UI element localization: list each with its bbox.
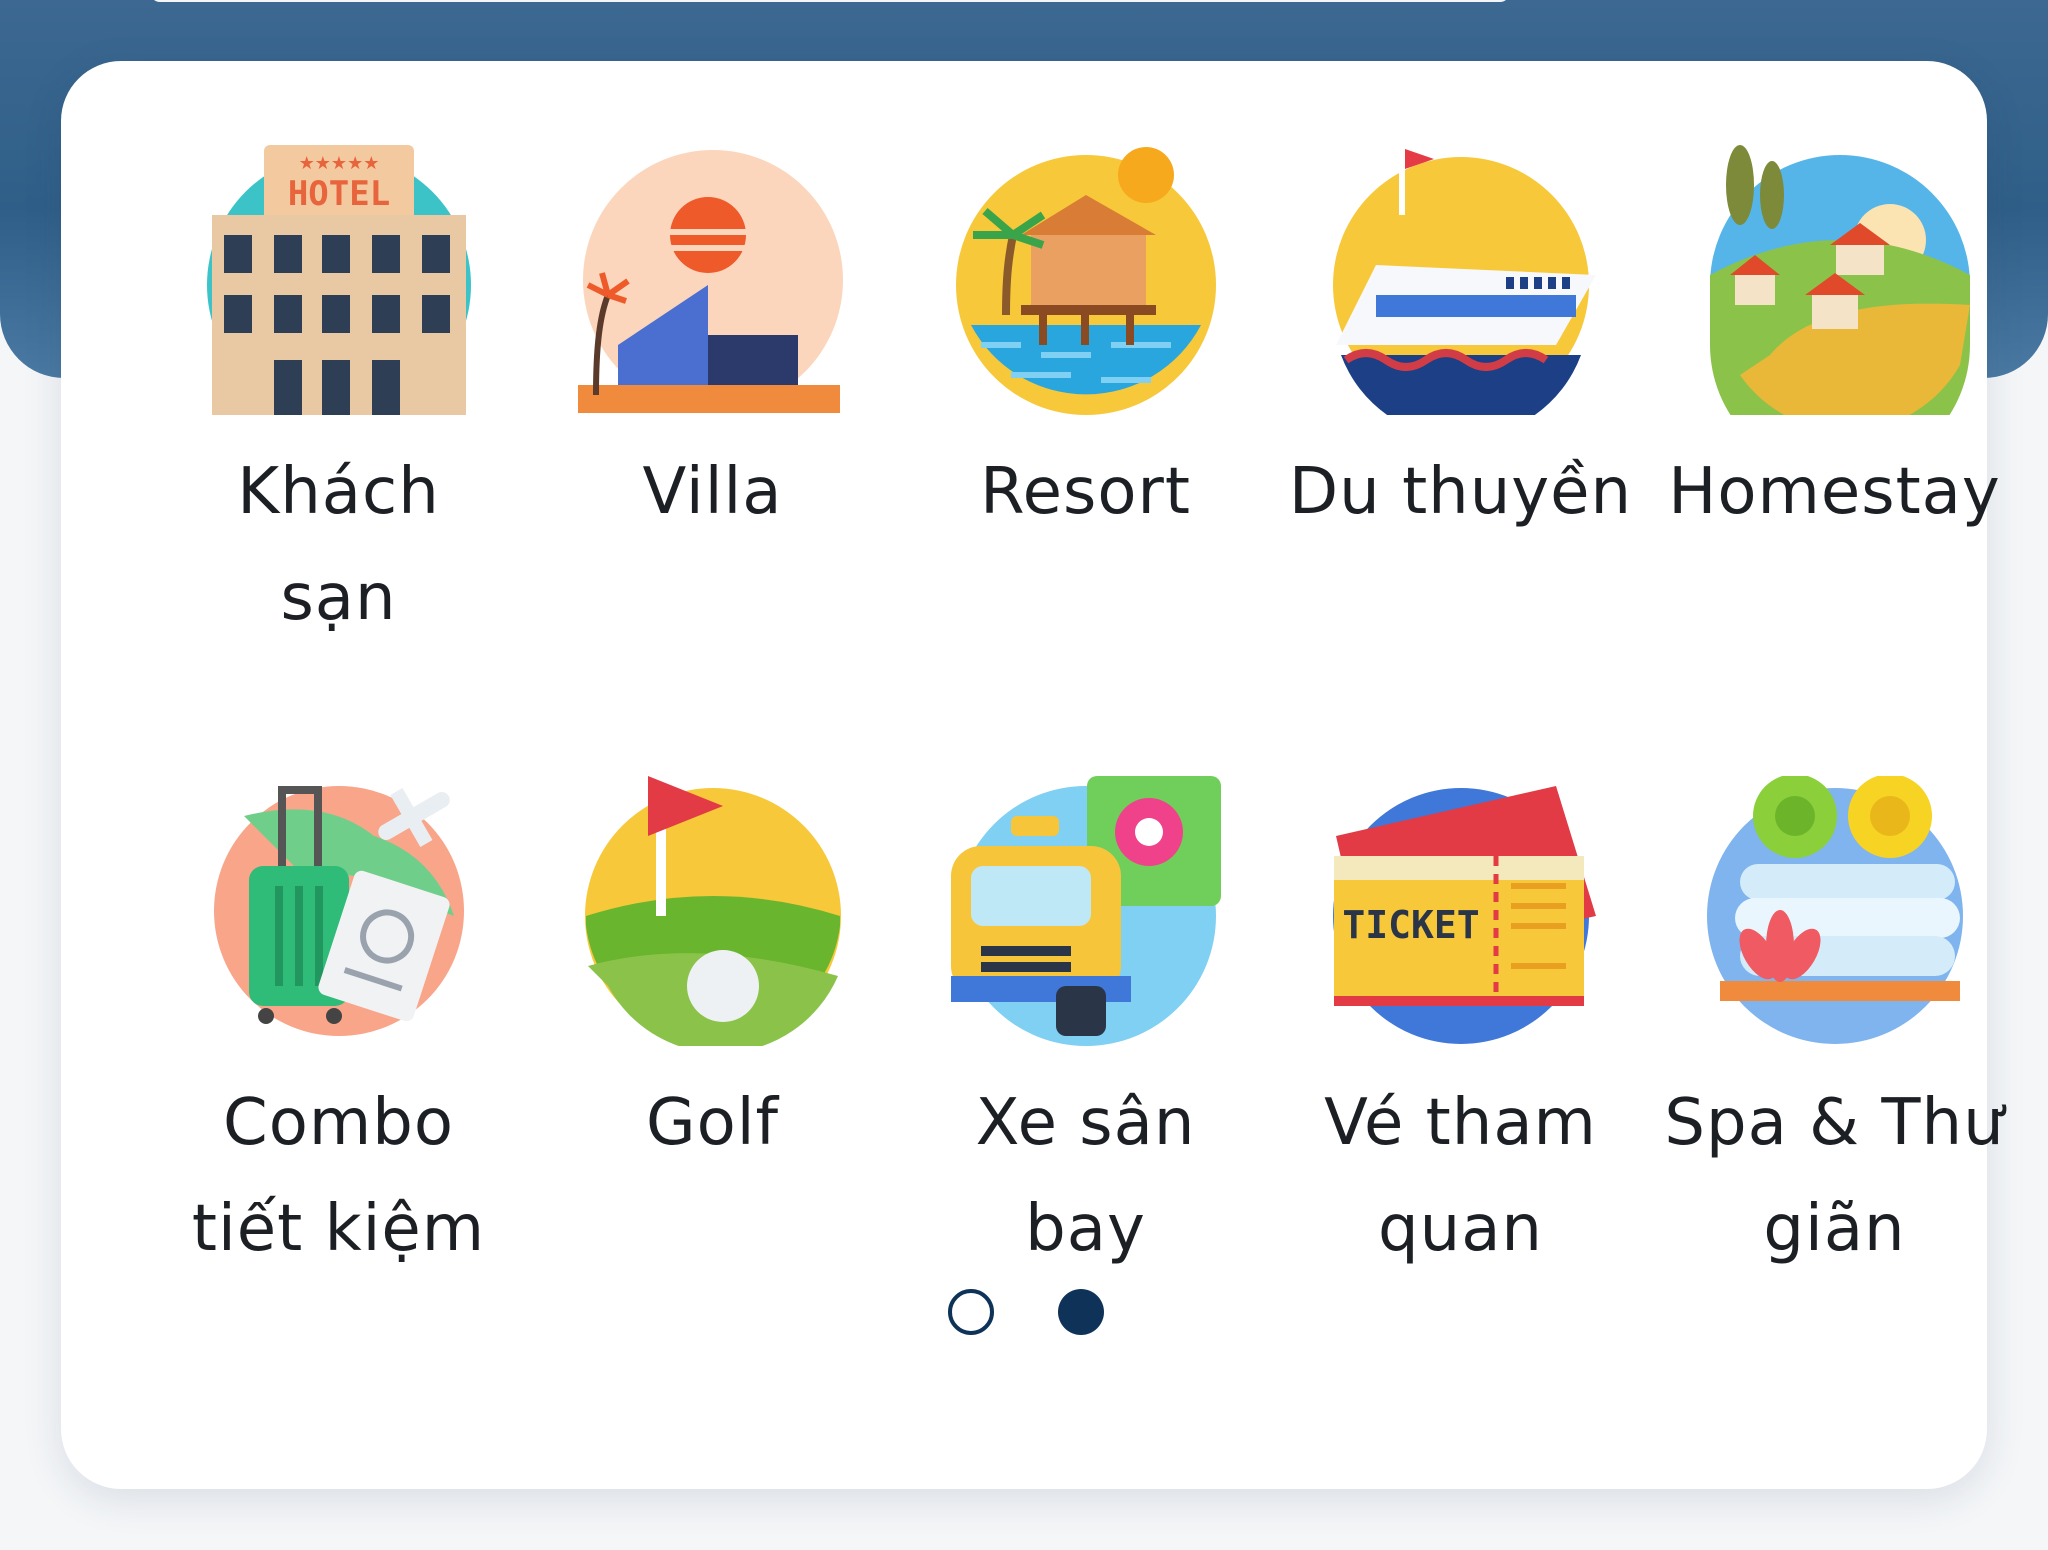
page-indicator <box>0 1289 2048 1339</box>
svg-text:★★★★★: ★★★★★ <box>298 153 379 174</box>
category-golf[interactable]: Golf <box>525 776 900 1176</box>
category-label: Combo tiết kiệm <box>191 1086 486 1266</box>
page-dot-2[interactable] <box>1058 1289 1104 1335</box>
travel-combo-icon <box>204 776 474 1046</box>
svg-text:TICKET: TICKET <box>1342 903 1479 947</box>
category-label: Spa & Thư giãn <box>1664 1086 2005 1266</box>
airport-taxi-icon <box>950 776 1221 1046</box>
category-grid: ★★★★★ HOTEL Khách sạn Villa Resort Du th… <box>61 61 2004 1489</box>
golf-icon <box>578 776 848 1046</box>
category-label: Resort <box>980 455 1191 529</box>
category-spa[interactable]: Spa & Thư giãn <box>1647 776 2022 1282</box>
hotel-icon: ★★★★★ HOTEL <box>204 145 474 415</box>
category-resort[interactable]: Resort <box>898 145 1273 545</box>
ticket-icon: TICKET <box>1326 776 1596 1046</box>
category-cruise[interactable]: Du thuyền <box>1273 145 1648 545</box>
category-label: Xe sân bay <box>975 1086 1196 1266</box>
resort-icon <box>951 145 1221 415</box>
category-label: Homestay <box>1668 455 2001 529</box>
category-label: Vé tham quan <box>1324 1086 1597 1266</box>
category-label: Golf <box>645 1086 780 1160</box>
category-hotel[interactable]: ★★★★★ HOTEL Khách sạn <box>151 145 526 651</box>
search-bar-edge[interactable] <box>150 0 1510 2</box>
category-label: Khách sạn <box>237 455 440 635</box>
category-combo[interactable]: Combo tiết kiệm <box>151 776 526 1282</box>
category-homestay[interactable]: Homestay <box>1647 145 2022 545</box>
category-label: Du thuyền <box>1288 455 1633 529</box>
category-villa[interactable]: Villa <box>525 145 900 545</box>
villa-icon <box>577 145 848 415</box>
spa-icon <box>1700 776 1970 1046</box>
category-ticket[interactable]: TICKET Vé tham quan <box>1273 776 1648 1282</box>
category-card: ★★★★★ HOTEL Khách sạn Villa Resort Du th… <box>61 61 2004 1489</box>
homestay-icon <box>1700 145 1970 415</box>
page-dot-1[interactable] <box>948 1289 994 1335</box>
category-label: Villa <box>642 455 783 529</box>
svg-text:HOTEL: HOTEL <box>287 174 389 214</box>
category-airport-taxi[interactable]: Xe sân bay <box>898 776 1273 1282</box>
cruise-ship-icon <box>1326 145 1596 415</box>
